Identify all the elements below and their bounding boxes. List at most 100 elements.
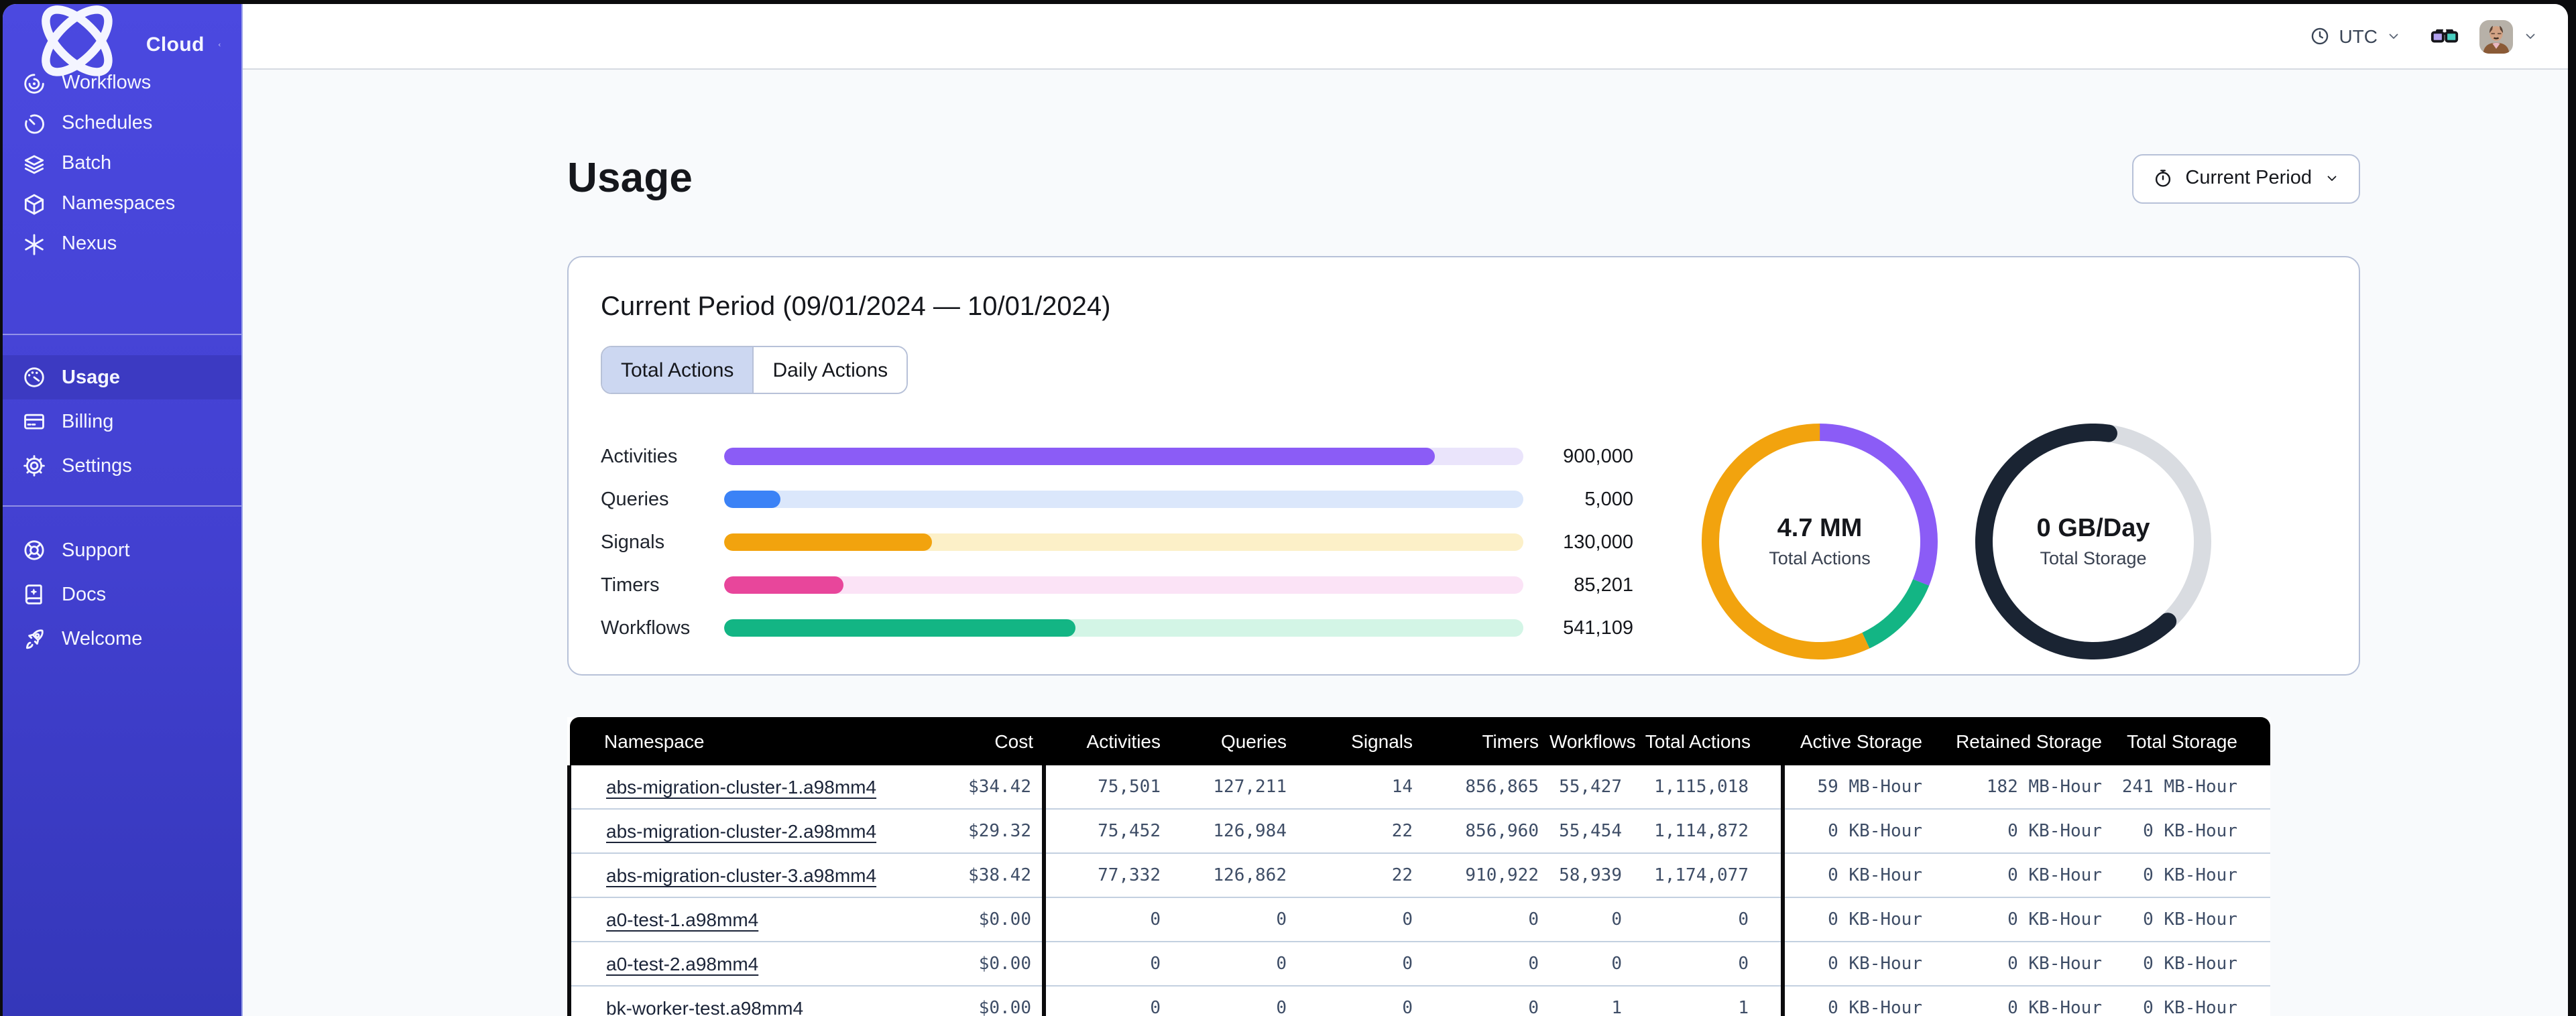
nexus-icon [21,231,47,257]
cell-active-storage: 0 KB-Hour [1781,897,1933,942]
cell-activities: 75,501 [1042,765,1171,809]
cell-activities: 0 [1042,941,1171,986]
sidebar-item-support[interactable]: Support [3,528,241,572]
namespace-link[interactable]: bk-worker-test.a98mm4 [606,997,803,1016]
namespace-link[interactable]: abs-migration-cluster-3.a98mm4 [606,864,876,885]
sidebar-item-settings[interactable]: Settings [3,444,241,488]
docs-icon [21,582,47,607]
tab-total-actions[interactable]: Total Actions [602,347,753,393]
table-row: a0-test-2.a98mm4 $0.00 0 0 0 0 0 0 0 KB-Hour 0 KB… [567,941,2270,986]
bar-fill [724,619,1076,637]
sidebar-collapse-button[interactable] [218,36,223,53]
actions-tab-group: Total Actions Daily Actions [601,346,909,394]
cell-retained-storage: 182 MB-Hour [1933,765,2113,809]
column-header-cost: Cost [934,717,1044,765]
bar-fill [724,448,1436,465]
cell-active-storage: 0 KB-Hour [1781,985,1933,1016]
sidebar-item-schedules[interactable]: Schedules [3,103,241,143]
avatar[interactable] [2479,19,2513,53]
sidebar-item-workflows[interactable]: Workflows [3,63,241,103]
support-icon [21,537,47,563]
settings-icon [21,453,47,479]
stopwatch-icon [2152,168,2173,189]
bar-value: 85,201 [1574,574,1633,596]
bar-value: 541,109 [1563,617,1633,639]
table-row: a0-test-1.a98mm4 $0.00 0 0 0 0 0 0 0 KB-Hour 0 KB… [567,897,2270,942]
namespace-link[interactable]: abs-migration-cluster-2.a98mm4 [606,820,876,841]
donut-center: 0 GB/Day Total Storage [1975,424,2211,659]
cell-active-storage: 0 KB-Hour [1781,852,1933,897]
namespace-link[interactable]: a0-test-2.a98mm4 [606,952,758,974]
sidebar-item-nexus[interactable]: Nexus [3,224,241,264]
donut-label: Total Storage [2040,548,2147,568]
cell-total-storage: 0 KB-Hour [2113,985,2270,1016]
sidebar-item-label: Settings [62,455,132,477]
tab-daily-actions[interactable]: Daily Actions [752,347,907,393]
period-button-label: Current Period [2185,168,2312,189]
cell-signals: 0 [1297,985,1423,1016]
cell-total-storage: 0 KB-Hour [2113,808,2270,853]
sidebar-item-namespaces[interactable]: Namespaces [3,184,241,224]
sidebar-item-label: Usage [62,367,121,388]
main-area: UTC Usage Current Period Current Period … [243,4,2568,1016]
sidebar-item-label: Nexus [62,233,117,255]
cell-queries: 126,984 [1171,808,1297,853]
cell-cost: $0.00 [934,941,1044,986]
chevron-down-icon [2324,170,2340,186]
usage-card: Current Period (09/01/2024 — 10/01/2024)… [567,256,2360,676]
namespace-cell: a0-test-2.a98mm4 [567,941,934,986]
bar-label: Timers [601,574,660,596]
app: Cloud Workflows Schedules Batch Namespaces N… [0,0,2576,1016]
cell-total-actions: 0 [1633,941,1783,986]
namespaces-icon [21,191,47,216]
bar-label: Queries [601,489,669,510]
cell-total-storage: 0 KB-Hour [2113,897,2270,942]
namespace-link[interactable]: abs-migration-cluster-1.a98mm4 [606,775,876,797]
cell-total-actions: 0 [1633,897,1783,942]
namespace-cell: abs-migration-cluster-3.a98mm4 [567,852,934,897]
namespace-cell: abs-migration-cluster-1.a98mm4 [567,765,934,809]
browser-window: Cloud Workflows Schedules Batch Namespaces N… [3,4,2568,1016]
namespace-cell: a0-test-1.a98mm4 [567,897,934,942]
sidebar-item-billing[interactable]: Billing [3,399,241,444]
sidebar-item-usage[interactable]: Usage [3,355,241,399]
cell-workflows: 55,427 [1549,765,1633,809]
sidebar-item-welcome[interactable]: Welcome [3,617,241,661]
sidebar-item-label: Namespaces [62,193,176,214]
page-title: Usage [567,154,693,201]
bar-track [724,491,1523,508]
namespace-link[interactable]: a0-test-1.a98mm4 [606,908,758,930]
sidebar-item-label: Support [62,539,130,561]
sidebar-item-docs[interactable]: Docs [3,572,241,617]
cell-cost: $0.00 [934,985,1044,1016]
glasses-icon[interactable] [2428,20,2461,52]
usage-card-title: Current Period (09/01/2024 — 10/01/2024) [601,292,1111,322]
namespace-cell: bk-worker-test.a98mm4 [567,985,934,1016]
column-header-active-storage: Active Storage [1783,717,1933,765]
cell-signals: 14 [1297,765,1423,809]
cell-total-actions: 1,114,872 [1633,808,1783,853]
column-header-activities: Activities [1044,717,1171,765]
account-menu-chevron-down-icon[interactable] [2522,28,2538,44]
sidebar-item-label: Workflows [62,72,152,94]
table-row: abs-migration-cluster-1.a98mm4 $34.42 75,5… [567,765,2270,809]
donut-value: 0 GB/Day [2036,515,2150,543]
bar-row-queries: Queries 5,000 [601,489,1633,510]
period-selector-button[interactable]: Current Period [2131,153,2360,203]
bar-track [724,576,1523,594]
cell-signals: 22 [1297,808,1423,853]
table-row: abs-migration-cluster-2.a98mm4 $29.32 75,4… [567,808,2270,853]
sidebar-item-batch[interactable]: Batch [3,143,241,184]
timezone-selector[interactable]: UTC [2309,25,2402,47]
donut-total-actions: 4.7 MM Total Actions [1702,424,1938,659]
cell-activities: 0 [1042,897,1171,942]
clock-icon [2309,25,2331,47]
cell-cost: $38.42 [934,852,1044,897]
column-header-timers: Timers [1423,717,1549,765]
sidebar-brand[interactable]: Cloud [3,4,241,76]
bar-fill [724,576,844,594]
cell-active-storage: 0 KB-Hour [1781,808,1933,853]
bar-track [724,619,1523,637]
cell-retained-storage: 0 KB-Hour [1933,897,2113,942]
